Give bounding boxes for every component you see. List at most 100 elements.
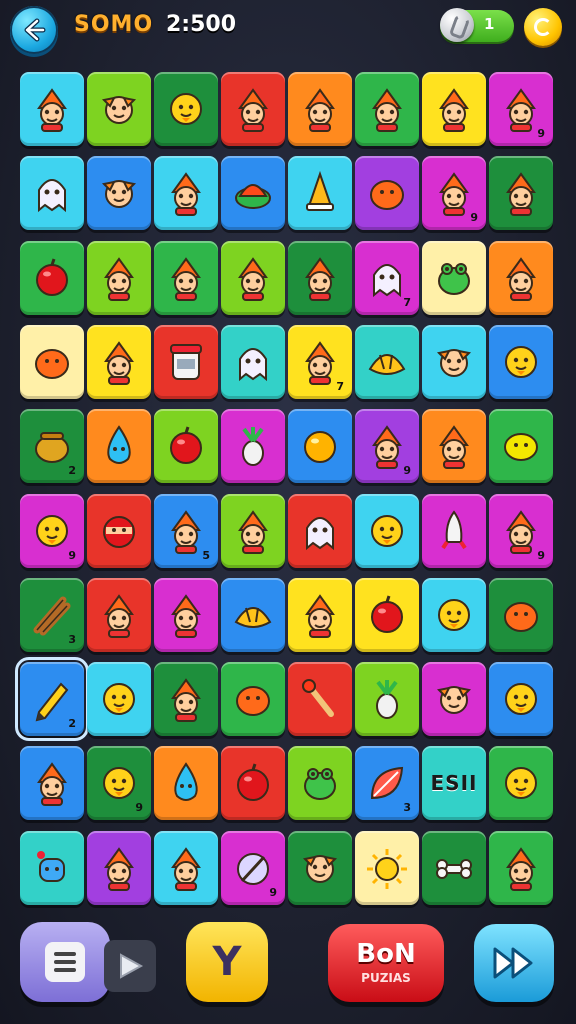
tile-r1-c7[interactable] xyxy=(422,72,486,146)
tile-r9-c5[interactable] xyxy=(288,746,352,821)
chick-icon xyxy=(505,683,537,716)
tile-r10-c4[interactable]: 9 xyxy=(221,830,285,905)
tile-r5-c2[interactable] xyxy=(87,409,151,484)
tile-r1-c6[interactable] xyxy=(355,72,419,146)
robot-icon xyxy=(37,850,65,882)
sun-icon xyxy=(367,848,407,889)
tile-r3-c3[interactable] xyxy=(154,240,218,315)
gnome-icon xyxy=(439,88,469,132)
tile-r8-c8[interactable] xyxy=(489,662,553,737)
tile-r4-c2[interactable] xyxy=(87,324,151,399)
frog-icon xyxy=(438,262,470,295)
tile-r2-c6[interactable] xyxy=(355,156,419,231)
tile-r7-c4[interactable] xyxy=(221,577,285,652)
tile-r4-c4[interactable] xyxy=(221,324,285,399)
tile-r2-c7[interactable]: 9 xyxy=(422,156,486,231)
tile-r6-c8[interactable]: 9 xyxy=(489,493,553,568)
tile-r6-c4[interactable] xyxy=(221,493,285,568)
back-button[interactable] xyxy=(10,6,58,54)
bird-icon xyxy=(101,180,137,209)
tile-r10-c7[interactable] xyxy=(422,830,486,905)
tile-r5-c3[interactable] xyxy=(154,409,218,484)
gnome-icon xyxy=(171,172,201,217)
tile-r6-c5[interactable] xyxy=(288,493,352,568)
bon-puzzles-button[interactable]: BoN PUZIAS xyxy=(328,924,444,1002)
tile-r5-c5[interactable] xyxy=(288,409,352,484)
tile-r6-c3[interactable]: 5 xyxy=(154,493,218,568)
tile-r8-c3[interactable] xyxy=(154,662,218,737)
fast-forward-button[interactable] xyxy=(474,924,554,1002)
tile-r5-c8[interactable] xyxy=(489,409,553,484)
tile-r6-c6[interactable] xyxy=(355,493,419,568)
gnome-icon xyxy=(104,341,134,385)
tile-r9-c1[interactable] xyxy=(20,746,84,821)
tile-r9-c3[interactable] xyxy=(154,746,218,821)
frog-icon xyxy=(304,768,336,801)
tile-r6-c1[interactable]: 9 xyxy=(20,493,84,568)
tile-r8-c7[interactable] xyxy=(422,662,486,737)
tile-r10-c1[interactable] xyxy=(20,830,84,905)
tile-r4-c8[interactable] xyxy=(489,324,553,399)
tile-r2-c3[interactable] xyxy=(154,156,218,231)
tile-r3-c1[interactable] xyxy=(20,240,84,315)
tile-r3-c4[interactable] xyxy=(221,240,285,315)
tile-r8-c4[interactable] xyxy=(221,662,285,737)
tile-r1-c5[interactable] xyxy=(288,72,352,146)
bird-icon xyxy=(436,348,472,377)
tile-r8-c1[interactable]: 2 xyxy=(15,657,89,742)
tile-r7-c2[interactable] xyxy=(87,577,151,652)
tile-r7-c5[interactable] xyxy=(288,577,352,652)
tile-r10-c8[interactable] xyxy=(489,830,553,905)
tile-r10-c5[interactable] xyxy=(288,830,352,905)
tile-r2-c5[interactable] xyxy=(288,156,352,231)
menu-button[interactable] xyxy=(20,922,110,1002)
tile-r2-c1[interactable] xyxy=(20,156,84,231)
ghost-icon xyxy=(373,263,401,297)
tile-r5-c6[interactable]: 9 xyxy=(355,409,419,484)
tile-r3-c6[interactable]: 7 xyxy=(355,240,419,315)
tile-r8-c5[interactable] xyxy=(288,662,352,737)
tile-r7-c1[interactable]: 3 xyxy=(20,577,84,652)
tile-r9-c6[interactable]: 3 xyxy=(355,746,419,821)
toggle-switch[interactable]: 1 xyxy=(440,8,514,42)
tile-r1-c3[interactable] xyxy=(154,72,218,146)
tile-r8-c6[interactable] xyxy=(355,662,419,737)
tile-r4-c3[interactable] xyxy=(154,324,218,399)
tile-r7-c6[interactable] xyxy=(355,577,419,652)
tile-r6-c2[interactable] xyxy=(87,493,151,568)
tile-r8-c2[interactable] xyxy=(87,662,151,737)
tile-r9-c4[interactable] xyxy=(221,746,285,821)
tile-r1-c1[interactable] xyxy=(20,72,84,146)
tile-r2-c4[interactable] xyxy=(221,156,285,231)
tile-r5-c4[interactable] xyxy=(221,409,285,484)
tile-r1-c8[interactable]: 9 xyxy=(489,72,553,146)
tile-r4-c1[interactable] xyxy=(20,324,84,399)
y-button[interactable]: Y xyxy=(186,922,268,1002)
tile-r7-c3[interactable] xyxy=(154,577,218,652)
tile-r1-c4[interactable] xyxy=(221,72,285,146)
tile-r10-c6[interactable] xyxy=(355,830,419,905)
tile-r4-c7[interactable] xyxy=(422,324,486,399)
tile-r5-c1[interactable]: 2 xyxy=(20,409,84,484)
next-tab-button[interactable] xyxy=(104,940,156,992)
tile-r3-c8[interactable] xyxy=(489,240,553,315)
chick-icon xyxy=(438,598,470,631)
tile-r6-c7[interactable] xyxy=(422,493,486,568)
tile-r9-c7[interactable]: ESII xyxy=(422,746,486,821)
tile-r7-c7[interactable] xyxy=(422,577,486,652)
tile-r10-c2[interactable] xyxy=(87,830,151,905)
tile-r9-c8[interactable] xyxy=(489,746,553,821)
tile-r1-c2[interactable] xyxy=(87,72,151,146)
tile-r2-c2[interactable] xyxy=(87,156,151,231)
tile-r5-c7[interactable] xyxy=(422,409,486,484)
tile-r9-c2[interactable]: 9 xyxy=(87,746,151,821)
tile-r4-c5[interactable]: 7 xyxy=(288,324,352,399)
tile-r7-c8[interactable] xyxy=(489,577,553,652)
tile-r3-c5[interactable] xyxy=(288,240,352,315)
tile-r10-c3[interactable] xyxy=(154,830,218,905)
coin-button[interactable] xyxy=(524,8,562,46)
tile-r3-c2[interactable] xyxy=(87,240,151,315)
tile-r4-c6[interactable] xyxy=(355,324,419,399)
tile-r3-c7[interactable] xyxy=(422,240,486,315)
tile-r2-c8[interactable] xyxy=(489,156,553,231)
